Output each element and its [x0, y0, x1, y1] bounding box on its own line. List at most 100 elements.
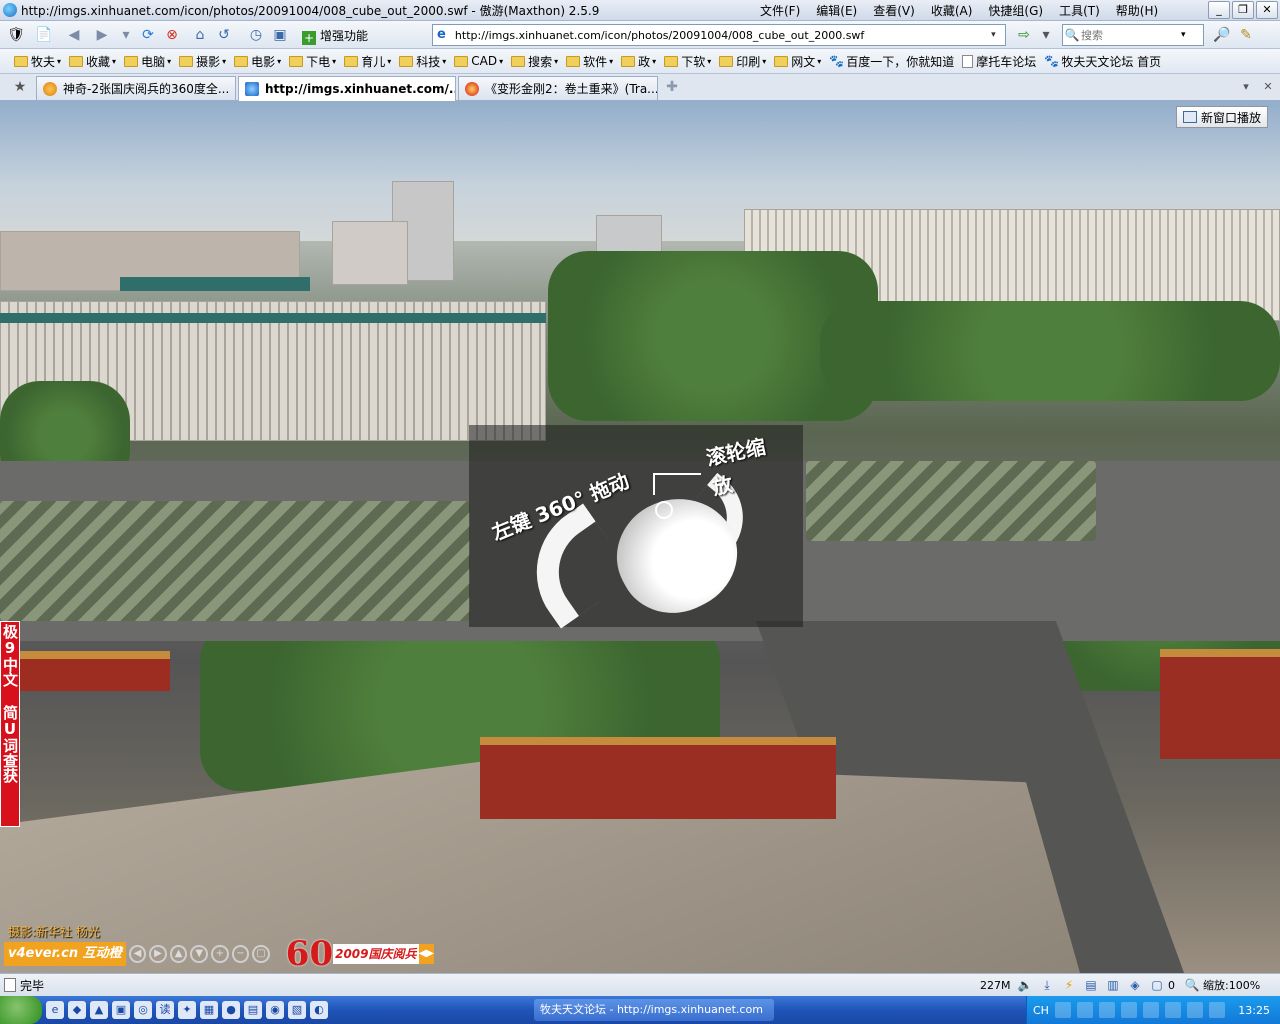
menu-tools[interactable]: 工具(T) — [1051, 2, 1108, 19]
refresh-icon[interactable]: ⟳ — [138, 25, 158, 45]
shield-icon[interactable]: 🛡 — [6, 25, 26, 45]
bookmark-folder-download-movies[interactable]: 下电 ▾ — [289, 53, 336, 70]
pan-down-icon[interactable]: ▼ — [190, 945, 208, 963]
tab-panorama-article[interactable]: 神奇-2张国庆阅兵的360度全... — [36, 76, 236, 100]
tab-transformers[interactable]: 《变形金刚2：卷土重来》(Tra... — [458, 76, 658, 100]
menu-file[interactable]: 文件(F) — [752, 2, 808, 19]
bookmark-folder-parenting[interactable]: 育儿 ▾ — [344, 53, 391, 70]
network-icon[interactable] — [1076, 1002, 1093, 1018]
quicklaunch-icon[interactable]: ▧ — [288, 1001, 306, 1019]
clock-icon[interactable]: ◷ — [246, 25, 266, 45]
zoom-level[interactable]: 缩放:100% — [1203, 977, 1260, 993]
address-input[interactable] — [454, 28, 992, 42]
volume-icon[interactable]: 🔈 — [1016, 977, 1034, 993]
menu-edit[interactable]: 编辑(E) — [808, 2, 865, 19]
input-language[interactable]: CH — [1033, 1004, 1049, 1017]
search-input[interactable] — [1081, 28, 1181, 42]
pan-left-icon[interactable]: ◀ — [128, 945, 147, 963]
lightning-icon[interactable]: ⚡ — [1060, 977, 1078, 993]
quicklaunch-icon[interactable]: ◉ — [266, 1001, 284, 1019]
address-bar[interactable]: e ▾ — [432, 24, 1006, 46]
quicklaunch-icon[interactable]: 读 — [156, 1001, 174, 1019]
zoom-icon[interactable]: 🔍 — [1183, 977, 1201, 993]
close-button[interactable]: ✕ — [1256, 1, 1278, 19]
pan-right-icon[interactable]: ▶ — [149, 945, 167, 963]
taskbar-window-button[interactable]: 牧夫天文论坛 - http://imgs.xinhuanet.com — [534, 999, 774, 1021]
search-go-icon[interactable]: 🔎 — [1212, 25, 1232, 45]
go-icon[interactable]: ⇨ — [1014, 25, 1034, 45]
undo-close-icon[interactable]: ↺ — [214, 25, 234, 45]
history-dropdown-icon[interactable]: ▾ — [116, 25, 136, 45]
search-dropdown-icon[interactable]: ▾ — [1181, 30, 1186, 40]
close-tab-icon[interactable]: ✕ — [1258, 77, 1278, 97]
dictionary-side-banner[interactable]: 极9中文 简U词查获 — [0, 621, 20, 827]
stop-icon[interactable]: ⊗ — [162, 25, 182, 45]
ad-filter-icon[interactable]: ▥ — [1104, 977, 1122, 993]
tray-icon[interactable] — [1186, 1002, 1203, 1018]
menu-view[interactable]: 查看(V) — [865, 2, 923, 19]
quicklaunch-icon[interactable]: ✦ — [178, 1001, 196, 1019]
bookmark-folder-download-software[interactable]: 下软 ▾ — [664, 53, 711, 70]
panorama-viewer[interactable]: 新窗口播放 左键 360° 拖动 滚轮缩放 极9中文 简U词查获 摄影:新华社 … — [0, 101, 1280, 973]
back-arrow-icon[interactable]: ◀ — [64, 25, 84, 45]
new-window-play-button[interactable]: 新窗口播放 — [1175, 106, 1268, 128]
highlight-icon[interactable]: ✎ — [1236, 25, 1256, 45]
minimize-button[interactable]: _ — [1208, 1, 1230, 19]
screen-icon[interactable]: ▣ — [270, 25, 290, 45]
menu-favorites[interactable]: 收藏(A) — [923, 2, 981, 19]
bookmark-folder-software[interactable]: 软件 ▾ — [566, 53, 613, 70]
player-logo[interactable]: v4ever.cn 互动橙 — [4, 942, 126, 966]
bookmark-folder-search[interactable]: 搜索 ▾ — [511, 53, 558, 70]
tray-icon[interactable] — [1208, 1002, 1225, 1018]
tray-icon[interactable] — [1164, 1002, 1181, 1018]
ime-icon[interactable] — [1054, 1002, 1071, 1018]
home-icon[interactable]: ⌂ — [190, 25, 210, 45]
enhance-features-button[interactable]: + 增强功能 — [302, 27, 368, 45]
go-dropdown-icon[interactable]: ▾ — [1036, 25, 1056, 45]
quicklaunch-icon[interactable]: ▦ — [200, 1001, 218, 1019]
bookmark-link-baidu[interactable]: 🐾 百度一下，你就知道 — [829, 53, 954, 70]
ie-icon[interactable]: e — [46, 1001, 64, 1019]
quicklaunch-icon[interactable]: ◎ — [134, 1001, 152, 1019]
address-dropdown-icon[interactable]: ▾ — [991, 30, 1005, 40]
quicklaunch-icon[interactable]: ▲ — [90, 1001, 108, 1019]
switch-panorama-icon[interactable]: ◀▶ — [418, 944, 435, 964]
restore-button[interactable]: ❐ — [1232, 1, 1254, 19]
bookmark-folder-politics[interactable]: 政 ▾ — [621, 53, 656, 70]
zoom-in-icon[interactable]: + — [211, 945, 229, 963]
bookmark-folder-computer[interactable]: 电脑 ▾ — [124, 53, 171, 70]
star-icon[interactable]: ★ — [10, 77, 30, 97]
start-button[interactable] — [0, 996, 42, 1024]
fullscreen-icon[interactable]: ▢ — [252, 945, 270, 963]
quicklaunch-icon[interactable]: ◆ — [68, 1001, 86, 1019]
bookmark-folder-printing[interactable]: 印刷 ▾ — [719, 53, 766, 70]
tray-icon[interactable] — [1098, 1002, 1115, 1018]
tab-xinhuanet-swf[interactable]: http://imgs.xinhuanet.com/... — [238, 76, 456, 101]
tray-icon[interactable] — [1142, 1002, 1159, 1018]
bookmark-folder-tech[interactable]: 科技 ▾ — [399, 53, 446, 70]
quicklaunch-icon[interactable]: ● — [222, 1001, 240, 1019]
bookmark-folder-photography[interactable]: 摄影 ▾ — [179, 53, 226, 70]
forward-arrow-icon[interactable]: ▶ — [92, 25, 112, 45]
tray-icon[interactable] — [1120, 1002, 1137, 1018]
bookmark-link-mufu-astronomy[interactable]: 🐾 牧夫天文论坛 首页 — [1044, 53, 1161, 70]
bookmark-folder-mufu[interactable]: 牧夫 ▾ — [14, 53, 61, 70]
bookmark-folder-movies[interactable]: 电影 ▾ — [234, 53, 281, 70]
bookmark-folder-cad[interactable]: CAD ▾ — [454, 54, 503, 68]
bookmark-folder-favorites[interactable]: 收藏 ▾ — [69, 53, 116, 70]
search-box[interactable]: 🔍 ▾ — [1062, 24, 1204, 46]
search-engine-icon[interactable]: 🔍 — [1063, 28, 1081, 42]
layers-icon[interactable]: ◈ — [1126, 977, 1144, 993]
zoom-out-icon[interactable]: − — [231, 945, 250, 963]
download-icon[interactable]: ⤓ — [1038, 977, 1056, 993]
memory-usage[interactable]: 227M — [980, 979, 1014, 992]
bookmark-folder-web-articles[interactable]: 网文 ▾ — [774, 53, 821, 70]
quicklaunch-icon[interactable]: ▣ — [112, 1001, 130, 1019]
new-page-icon[interactable]: 📄 — [34, 25, 54, 45]
bookmark-link-motorcycle-forum[interactable]: 摩托车论坛 — [962, 53, 1036, 70]
menu-help[interactable]: 帮助(H) — [1108, 2, 1166, 19]
quicklaunch-icon[interactable]: ◐ — [310, 1001, 328, 1019]
quicklaunch-icon[interactable]: ▤ — [244, 1001, 262, 1019]
popup-blocker-icon[interactable]: ▤ — [1082, 977, 1100, 993]
pan-up-icon[interactable]: ▲ — [169, 945, 188, 963]
